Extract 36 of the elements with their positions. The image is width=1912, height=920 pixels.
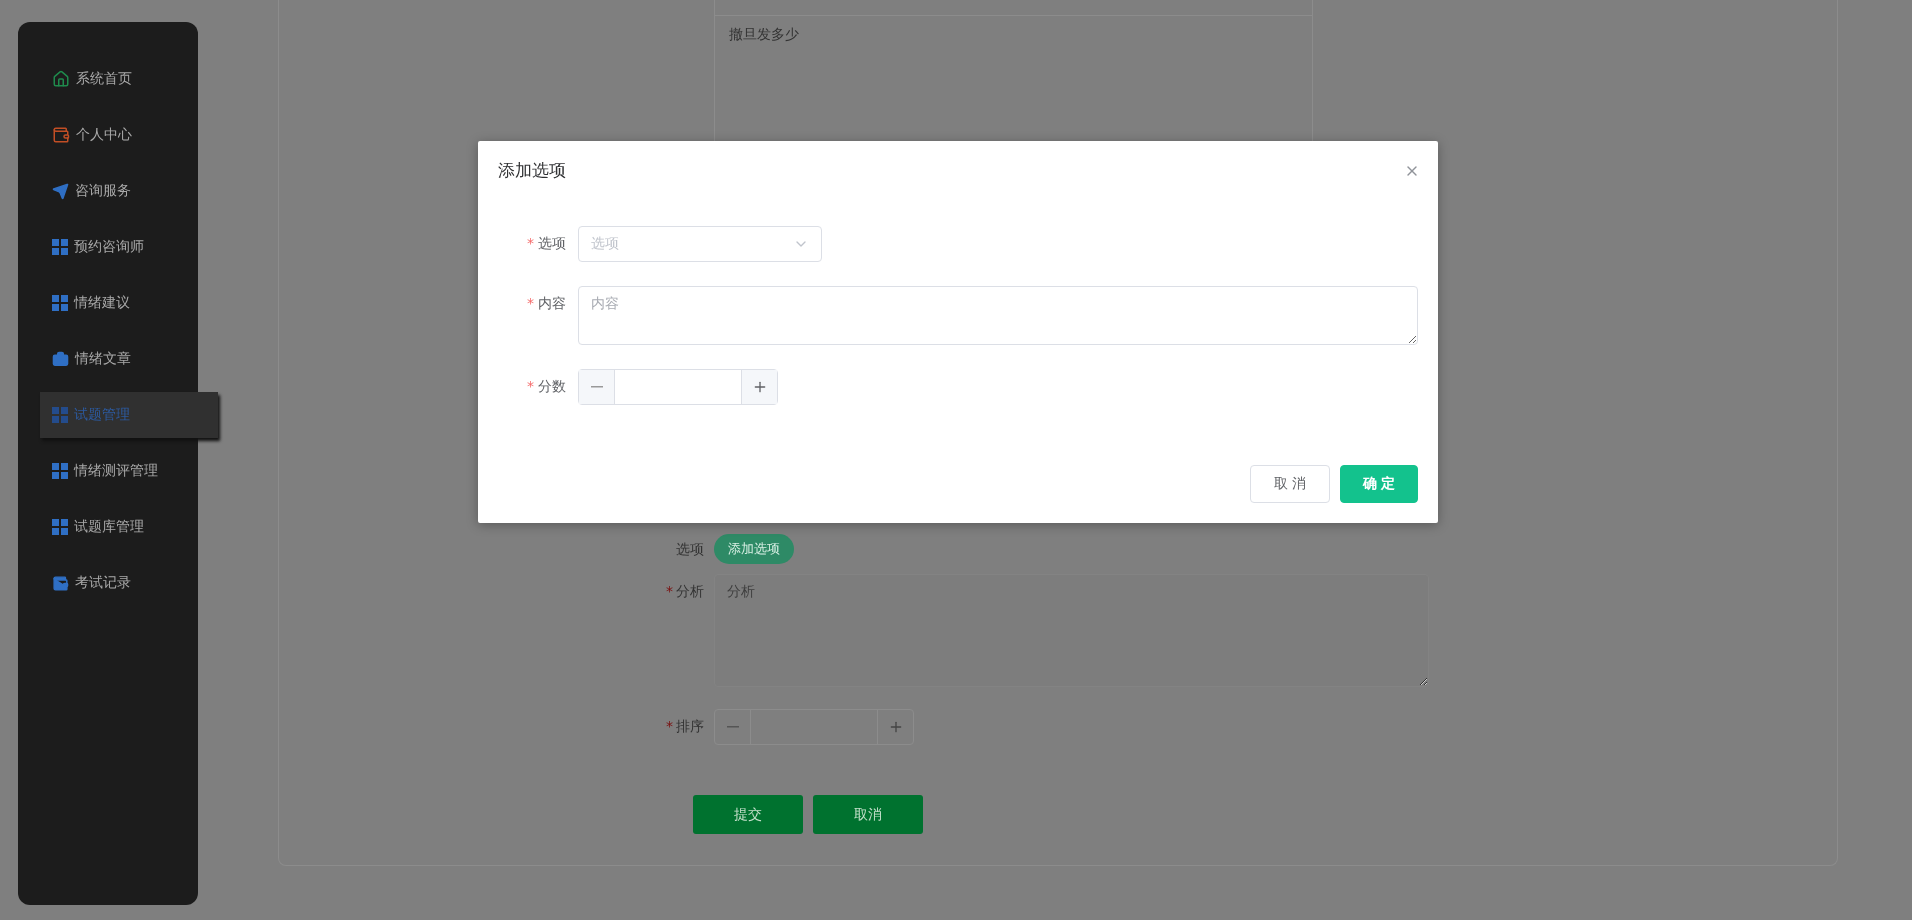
grid-icon (52, 407, 68, 423)
briefcase-icon (52, 350, 69, 368)
minus-icon (726, 726, 739, 728)
cancel-button[interactable]: 取消 (813, 795, 923, 834)
sidebar-item[interactable]: 试题库管理 (18, 504, 198, 550)
grid-icon (52, 463, 68, 479)
field-label: * 选项 (526, 234, 566, 253)
send-icon (52, 182, 69, 200)
order-label: * 排序 (665, 717, 704, 736)
sidebar-item[interactable]: 情绪测评管理 (18, 448, 198, 494)
minus-icon (590, 386, 603, 388)
sidebar-item[interactable]: 个人中心 (18, 112, 198, 158)
grid-icon (52, 519, 68, 535)
options-label: 选项 (675, 540, 704, 559)
order-stepper[interactable] (714, 709, 914, 745)
home-icon (52, 70, 70, 88)
analysis-label: * 分析 (665, 582, 704, 601)
content-field[interactable]: 内容 (578, 286, 1418, 345)
submit-button[interactable]: 提交 (693, 795, 803, 834)
wallet-icon (52, 126, 70, 144)
content-text: 撤旦发多少 (728, 25, 800, 44)
sidebar-item[interactable]: 情绪文章 (18, 336, 198, 382)
field-label: * 内容 (526, 294, 566, 313)
dialog-title: 添加选项 (498, 159, 566, 182)
sidebar-item[interactable]: 情绪建议 (18, 280, 198, 326)
grid-icon (52, 295, 68, 311)
grid-icon (52, 239, 68, 255)
sidebar-item[interactable]: 预约咨询师 (18, 224, 198, 270)
field-label: * 分数 (526, 377, 566, 396)
sidebar-item[interactable]: 系统首页 (18, 56, 198, 102)
sidebar-item[interactable]: 考试记录 (18, 560, 198, 606)
sidebar-item[interactable]: 咨询服务 (18, 168, 198, 214)
wallet-icon (52, 574, 69, 592)
analysis-field[interactable]: 分析 (714, 574, 1429, 687)
cancel-button[interactable]: 取 消 (1250, 465, 1330, 503)
add-option-button[interactable]: 添加选项 (714, 534, 794, 564)
